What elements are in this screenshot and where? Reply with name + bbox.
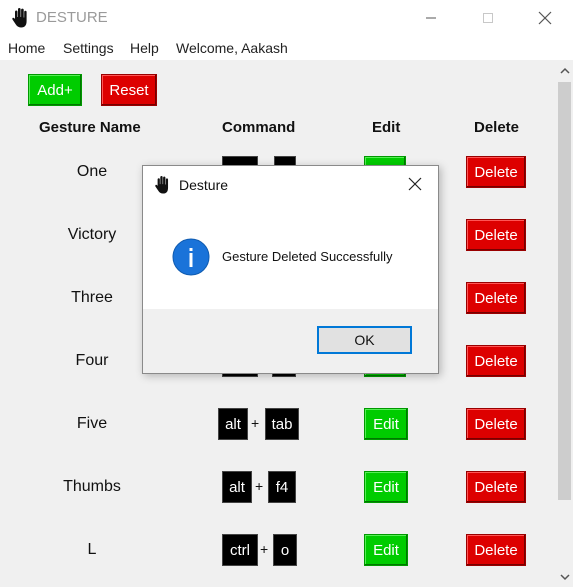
maximize-icon bbox=[482, 13, 493, 23]
command-key: alt bbox=[222, 471, 252, 503]
chevron-down-icon bbox=[559, 573, 570, 580]
window-title: DESTURE bbox=[36, 9, 108, 26]
delete-button[interactable]: Delete bbox=[466, 282, 526, 314]
reset-button[interactable]: Reset bbox=[101, 74, 157, 106]
scroll-thumb[interactable] bbox=[558, 82, 571, 500]
delete-button[interactable]: Delete bbox=[466, 534, 526, 566]
gesture-name: Thumbs bbox=[63, 478, 121, 495]
menu-home[interactable]: Home bbox=[8, 40, 45, 56]
chevron-up-icon bbox=[559, 67, 570, 74]
delete-button[interactable]: Delete bbox=[466, 219, 526, 251]
message-dialog: Desture Gesture Deleted Successfully OK bbox=[142, 165, 439, 374]
edit-button[interactable]: Edit bbox=[364, 408, 408, 440]
edit-button[interactable]: Edit bbox=[364, 471, 408, 503]
close-window-button[interactable] bbox=[516, 0, 573, 36]
plus-sign: + bbox=[260, 541, 269, 557]
header-command: Command bbox=[222, 119, 296, 136]
plus-sign: + bbox=[251, 415, 260, 431]
hand-icon bbox=[155, 176, 169, 194]
info-icon bbox=[172, 238, 210, 276]
menu-settings[interactable]: Settings bbox=[63, 40, 114, 56]
gesture-name: Five bbox=[76, 415, 108, 432]
close-icon bbox=[408, 177, 422, 191]
gesture-name: L bbox=[87, 541, 97, 558]
dialog-title: Desture bbox=[179, 177, 229, 193]
hand-icon bbox=[12, 8, 27, 28]
delete-button[interactable]: Delete bbox=[466, 471, 526, 503]
menu-welcome[interactable]: Welcome, Aakash bbox=[176, 40, 288, 56]
minimize-button[interactable] bbox=[402, 0, 459, 36]
dialog-footer: OK bbox=[143, 309, 438, 373]
command-key: f4 bbox=[268, 471, 296, 503]
minimize-icon bbox=[425, 17, 436, 19]
command-key: ctrl bbox=[222, 534, 258, 566]
dialog-message: Gesture Deleted Successfully bbox=[222, 249, 393, 264]
maximize-button[interactable] bbox=[459, 0, 516, 36]
title-bar: DESTURE bbox=[0, 0, 573, 36]
scroll-up-button[interactable] bbox=[556, 62, 573, 79]
header-gesture-name: Gesture Name bbox=[39, 119, 141, 136]
header-edit: Edit bbox=[372, 119, 401, 136]
delete-button[interactable]: Delete bbox=[466, 345, 526, 377]
delete-button[interactable]: Delete bbox=[466, 408, 526, 440]
dialog-close-button[interactable] bbox=[403, 174, 427, 194]
ok-button[interactable]: OK bbox=[317, 326, 412, 354]
delete-button[interactable]: Delete bbox=[466, 156, 526, 188]
add-button[interactable]: Add+ bbox=[28, 74, 82, 106]
scroll-down-button[interactable] bbox=[556, 568, 573, 585]
command-key: o bbox=[273, 534, 297, 566]
edit-button[interactable]: Edit bbox=[364, 534, 408, 566]
command-key: alt bbox=[218, 408, 248, 440]
menu-bar: Home Settings Help Welcome, Aakash bbox=[0, 36, 573, 60]
vertical-scrollbar[interactable] bbox=[556, 60, 573, 587]
command-key: tab bbox=[265, 408, 299, 440]
header-delete: Delete bbox=[474, 119, 520, 136]
plus-sign: + bbox=[255, 478, 264, 494]
dialog-title-bar: Desture bbox=[143, 166, 438, 202]
menu-help[interactable]: Help bbox=[130, 40, 159, 56]
close-icon bbox=[538, 11, 551, 25]
